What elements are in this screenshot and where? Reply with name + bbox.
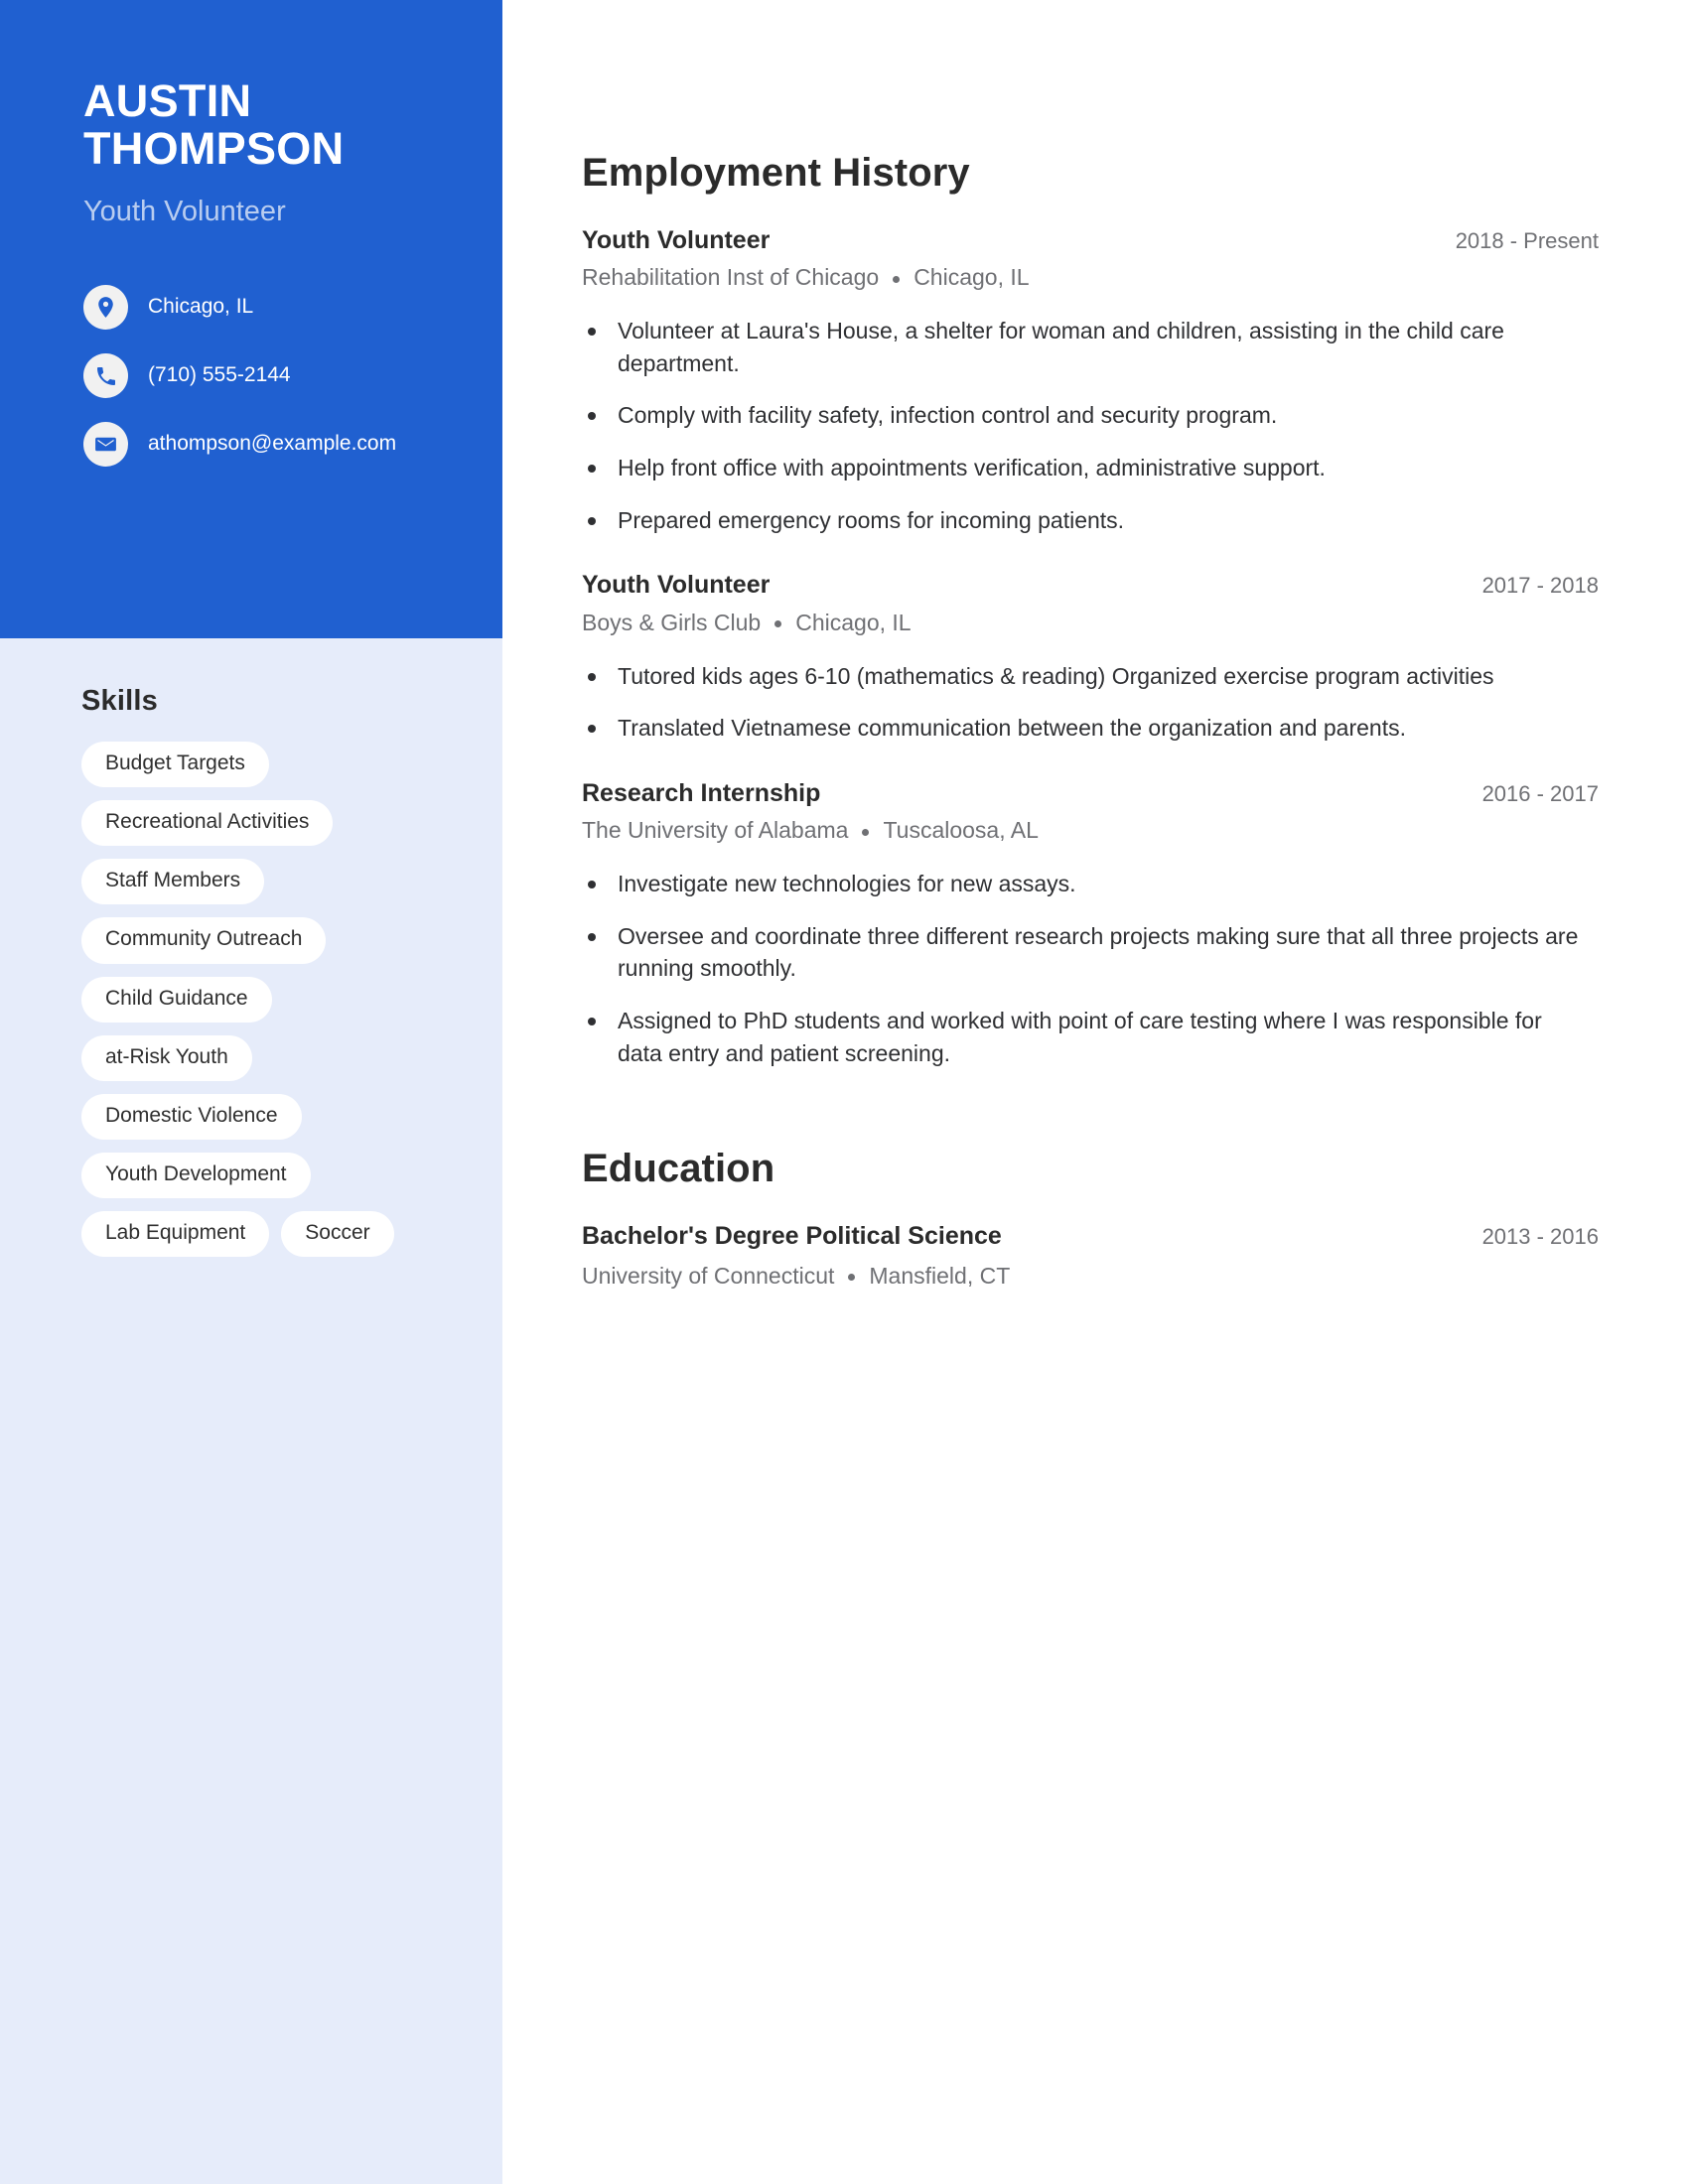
employment-company: Boys & Girls Club	[582, 609, 762, 635]
employment-location: Tuscaloosa, AL	[883, 817, 1039, 844]
skills-section: Skills Budget Targets Recreational Activ…	[0, 685, 502, 1258]
separator-dot-icon	[893, 275, 901, 283]
employment-bullet: Help front office with appointments veri…	[582, 452, 1585, 484]
education-school: University of Connecticut	[582, 1262, 835, 1289]
skills-chip-list: Budget Targets Recreational Activities S…	[81, 742, 424, 1258]
envelope-icon	[83, 422, 128, 468]
employment-role: Research Internship	[582, 778, 821, 807]
contact-item-location: Chicago, IL	[83, 285, 502, 331]
education-entry-header: Bachelor's Degree Political Science 2013…	[582, 1221, 1599, 1252]
employment-dates: 2016 - 2017	[1481, 780, 1599, 806]
last-name: THOMPSON	[83, 123, 345, 175]
employment-bullet: Oversee and coordinate three different r…	[582, 920, 1585, 985]
employment-bullet: Tutored kids ages 6-10 (mathematics & re…	[582, 660, 1585, 693]
employment-bullet: Translated Vietnamese communication betw…	[582, 712, 1585, 745]
education-section-title: Education	[582, 1147, 775, 1191]
employment-entry: Research Internship 2016 - 2017 The Univ…	[582, 778, 1599, 1069]
skill-chip: Community Outreach	[81, 917, 327, 964]
contact-location-value: Chicago, IL	[148, 295, 254, 319]
contact-list: Chicago, IL (710) 555-2144 athompson@exa…	[83, 285, 502, 468]
education-subline: University of Connecticut Mansfield, CT	[582, 1262, 1599, 1292]
sidebar: AUSTIN THOMPSON Youth Volunteer Chicago,…	[0, 0, 502, 2184]
employment-section-title: Employment History	[582, 151, 970, 195]
employment-role: Youth Volunteer	[582, 226, 771, 254]
employment-subline: The University of Alabama Tuscaloosa, AL	[582, 816, 1599, 846]
employment-subline: Boys & Girls Club Chicago, IL	[582, 609, 1599, 638]
resume-page: AUSTIN THOMPSON Youth Volunteer Chicago,…	[0, 0, 1688, 2184]
separator-dot-icon	[848, 1273, 856, 1281]
profile-header: AUSTIN THOMPSON Youth Volunteer Chicago,…	[0, 0, 502, 638]
employment-location: Chicago, IL	[795, 609, 912, 635]
separator-dot-icon	[774, 620, 782, 628]
employment-dates: 2018 - Present	[1455, 228, 1599, 253]
phone-icon	[83, 353, 128, 399]
first-name: AUSTIN	[83, 75, 252, 126]
separator-dot-icon	[862, 828, 870, 836]
employment-company: Rehabilitation Inst of Chicago	[582, 264, 880, 291]
education-dates: 2013 - 2016	[1481, 1224, 1599, 1250]
main-content: Employment History Youth Volunteer 2018 …	[502, 0, 1688, 2184]
skill-chip: Child Guidance	[81, 976, 272, 1023]
employment-location: Chicago, IL	[914, 264, 1030, 291]
skills-section-title: Skills	[81, 685, 158, 717]
employment-company: The University of Alabama	[582, 817, 849, 844]
skill-chip: Staff Members	[81, 859, 265, 905]
employment-dates: 2017 - 2018	[1481, 573, 1599, 599]
skill-chip: Recreational Activities	[81, 800, 334, 847]
candidate-job-title: Youth Volunteer	[83, 196, 286, 228]
employment-bullet: Assigned to PhD students and worked with…	[582, 1005, 1585, 1069]
education-degree: Bachelor's Degree Political Science	[582, 1222, 1002, 1251]
employment-role: Youth Volunteer	[582, 571, 771, 600]
education-section: Education Bachelor's Degree Political Sc…	[582, 1147, 1599, 1291]
skill-chip: at-Risk Youth	[81, 1034, 252, 1081]
contact-item-phone: (710) 555-2144	[83, 353, 502, 399]
employment-entry-header: Youth Volunteer 2017 - 2018	[582, 570, 1599, 601]
employment-bullet-list: Tutored kids ages 6-10 (mathematics & re…	[582, 660, 1599, 745]
employment-subline: Rehabilitation Inst of Chicago Chicago, …	[582, 263, 1599, 293]
skill-chip: Lab Equipment	[81, 1211, 270, 1258]
employment-entry: Youth Volunteer 2018 - Present Rehabilit…	[582, 225, 1599, 536]
employment-history-section: Employment History Youth Volunteer 2018 …	[582, 151, 1599, 1069]
employment-bullet: Prepared emergency rooms for incoming pa…	[582, 504, 1585, 537]
location-pin-icon	[83, 285, 128, 331]
employment-bullet-list: Investigate new technologies for new ass…	[582, 868, 1599, 1069]
skill-chip: Budget Targets	[81, 742, 269, 788]
skill-chip: Youth Development	[81, 1152, 311, 1199]
employment-bullet-list: Volunteer at Laura's House, a shelter fo…	[582, 315, 1599, 536]
employment-entry: Youth Volunteer 2017 - 2018 Boys & Girls…	[582, 570, 1599, 744]
education-entry: Bachelor's Degree Political Science 2013…	[582, 1221, 1599, 1291]
skill-chip: Domestic Violence	[81, 1093, 302, 1140]
employment-entry-header: Youth Volunteer 2018 - Present	[582, 225, 1599, 256]
contact-phone-value: (710) 555-2144	[148, 363, 291, 387]
employment-entry-header: Research Internship 2016 - 2017	[582, 778, 1599, 809]
skill-chip: Soccer	[281, 1211, 394, 1258]
candidate-name: AUSTIN THOMPSON	[83, 75, 411, 175]
employment-bullet: Volunteer at Laura's House, a shelter fo…	[582, 315, 1585, 379]
contact-email-value: athompson@example.com	[148, 432, 397, 456]
employment-bullet: Investigate new technologies for new ass…	[582, 868, 1585, 900]
education-location: Mansfield, CT	[869, 1262, 1011, 1289]
contact-item-email: athompson@example.com	[83, 422, 502, 468]
employment-bullet: Comply with facility safety, infection c…	[582, 399, 1585, 432]
